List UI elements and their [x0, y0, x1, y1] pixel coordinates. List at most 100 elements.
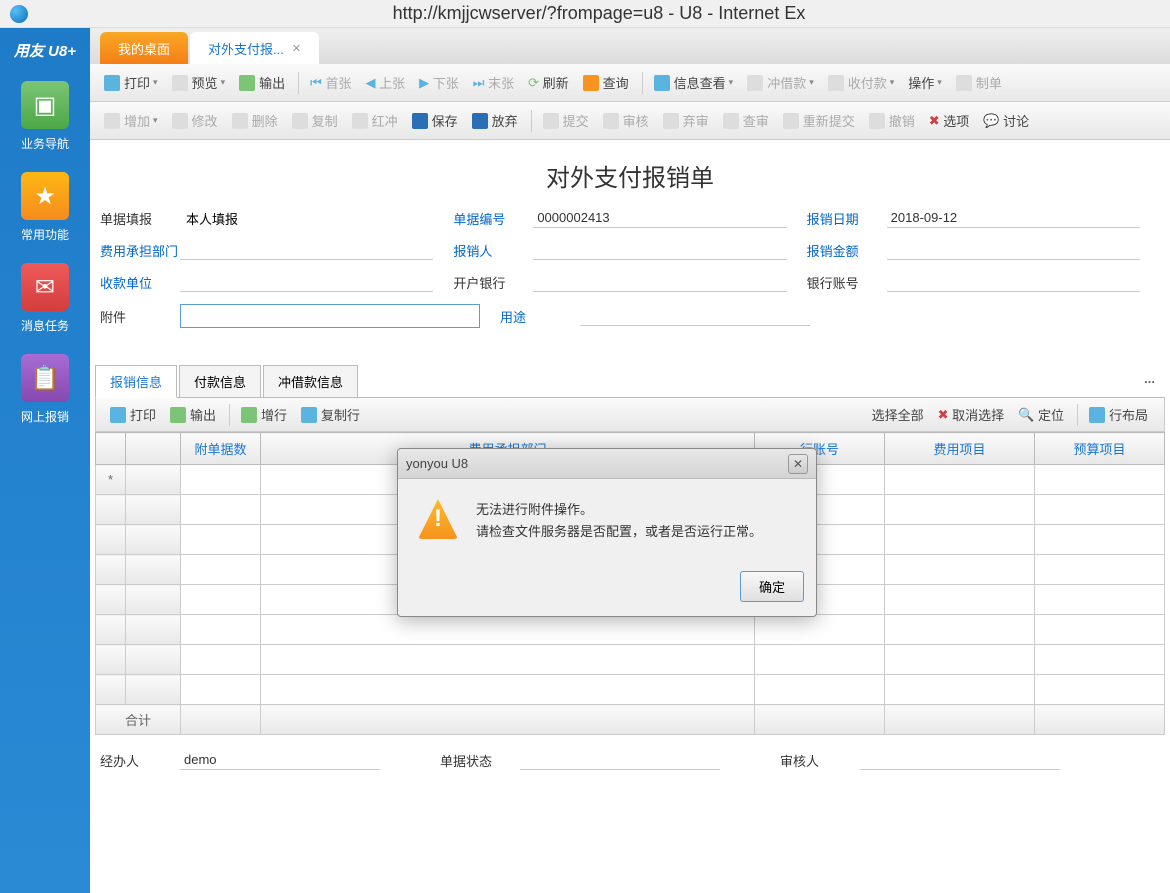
account-value[interactable] [887, 272, 1140, 292]
sidebar-item-label: 网上报销 [21, 408, 69, 425]
expense-dept-value[interactable] [180, 240, 433, 260]
table-header [126, 433, 181, 465]
attachment-input[interactable] [180, 304, 480, 328]
review-button[interactable]: 查审 [717, 108, 775, 133]
tab-payment-reimburse[interactable]: 对外支付报... ✕ [190, 32, 319, 64]
sidebar-logo: 用友 U8+ [14, 40, 76, 61]
query-button[interactable]: 查询 [577, 70, 635, 95]
biznav-icon: ▣ [21, 81, 69, 129]
tab-desktop[interactable]: 我的桌面 [100, 32, 188, 64]
revoke-button[interactable]: 撤销 [863, 108, 921, 133]
sub-toolbar: 打印 输出 增行 复制行 选择全部 ✖ 取消选择 🔍 定位 行布局 [95, 398, 1165, 432]
red-button[interactable]: 红冲 [346, 108, 404, 133]
sum-label: 合计 [96, 705, 181, 735]
reimburser-value[interactable] [533, 240, 786, 260]
action-button[interactable]: 操作▾ [902, 70, 948, 95]
table-header[interactable]: 预算项目 [1035, 433, 1165, 465]
delete-button[interactable]: 删除 [226, 108, 284, 133]
sub-tab-reimburse-info[interactable]: 报销信息 [95, 365, 177, 398]
bill-status-value [520, 750, 720, 770]
select-all-button[interactable]: 选择全部 [866, 402, 930, 427]
submit-button[interactable]: 提交 [537, 108, 595, 133]
mail-icon: ✉ [21, 263, 69, 311]
sidebar-item-biznav[interactable]: ▣ 业务导航 [21, 81, 69, 152]
row-indicator: * [96, 465, 126, 495]
message-dialog: yonyou U8 ✕ ! 无法进行附件操作。 请检查文件服务器是否配置，或者是… [397, 448, 817, 617]
sidebar-item-label: 业务导航 [21, 135, 69, 152]
star-icon: ★ [21, 172, 69, 220]
dialog-message: 无法进行附件操作。 请检查文件服务器是否配置，或者是否运行正常。 [476, 499, 796, 543]
clipboard-icon: 📋 [21, 354, 69, 402]
table-row[interactable] [96, 615, 1165, 645]
purpose-value[interactable] [580, 306, 810, 326]
offset-button[interactable]: 冲借款▾ [741, 70, 820, 95]
auditor-label: 审核人 [780, 751, 860, 770]
abandon-button[interactable]: 放弃 [466, 108, 524, 133]
dialog-ok-button[interactable]: 确定 [740, 571, 804, 602]
form-area: 单据填报 本人填报 单据编号 0000002413 报销日期 2018-09-1… [90, 203, 1170, 345]
unaudit-button[interactable]: 弃审 [657, 108, 715, 133]
dialog-title: yonyou U8 [406, 456, 468, 471]
purpose-label: 用途 [500, 307, 580, 326]
info-query-button[interactable]: 信息查看▾ [648, 70, 740, 95]
table-header [96, 433, 126, 465]
toolbar-row2: 增加▾ 修改 删除 复制 红冲 保存 放弃 提交 审核 弃审 查审 重新提交 撤… [90, 102, 1170, 140]
print-button[interactable]: 打印▾ [98, 70, 164, 95]
cancel-select-button[interactable]: ✖ 取消选择 [932, 402, 1011, 427]
sidebar-item-online-reimburse[interactable]: 📋 网上报销 [21, 354, 69, 425]
bill-fill-label: 单据填报 [100, 209, 180, 228]
next-button[interactable]: ▶ 下张 [413, 70, 465, 95]
warning-icon: ! [418, 499, 458, 539]
sidebar-item-label: 消息任务 [21, 317, 69, 334]
discuss-button[interactable]: 💬 讨论 [977, 108, 1035, 133]
prev-button[interactable]: ◀ 上张 [359, 70, 411, 95]
sub-tab-offset-info[interactable]: 冲借款信息 [263, 365, 358, 398]
more-dots-icon[interactable]: ... [1134, 365, 1165, 397]
table-header[interactable]: 附单据数 [181, 433, 261, 465]
sub-export-button[interactable]: 输出 [164, 402, 222, 427]
account-label: 银行账号 [807, 273, 887, 292]
reimburse-date-value[interactable]: 2018-09-12 [887, 208, 1140, 228]
export-button[interactable]: 输出 [233, 70, 291, 95]
tab-label: 对外支付报... [208, 39, 284, 58]
close-icon[interactable]: ✕ [292, 42, 301, 55]
add-row-button[interactable]: 增行 [235, 402, 293, 427]
row-layout-button[interactable]: 行布局 [1083, 402, 1154, 427]
copy-row-button[interactable]: 复制行 [295, 402, 366, 427]
expense-dept-label: 费用承担部门 [100, 241, 180, 260]
modify-button[interactable]: 修改 [166, 108, 224, 133]
first-button[interactable]: ⏮ 首张 [304, 70, 357, 95]
sidebar-item-common[interactable]: ★ 常用功能 [21, 172, 69, 243]
receive-pay-button[interactable]: 收付款▾ [822, 70, 901, 95]
ie-icon [10, 5, 28, 23]
audit-button[interactable]: 审核 [597, 108, 655, 133]
dialog-message-line2: 请检查文件服务器是否配置，或者是否运行正常。 [476, 521, 796, 543]
make-button[interactable]: 制单 [950, 70, 1008, 95]
payee-value[interactable] [180, 272, 433, 292]
table-row[interactable] [96, 645, 1165, 675]
table-header[interactable]: 费用项目 [885, 433, 1035, 465]
operator-value[interactable]: demo [180, 750, 380, 770]
bank-value[interactable] [533, 272, 786, 292]
sub-tab-payment-info[interactable]: 付款信息 [179, 365, 261, 398]
save-button[interactable]: 保存 [406, 108, 464, 133]
dialog-close-button[interactable]: ✕ [788, 454, 808, 474]
copy-button[interactable]: 复制 [286, 108, 344, 133]
option-button[interactable]: ✖ 选项 [923, 108, 976, 133]
sidebar: 用友 U8+ ▣ 业务导航 ★ 常用功能 ✉ 消息任务 📋 网上报销 [0, 28, 90, 893]
sidebar-item-messages[interactable]: ✉ 消息任务 [21, 263, 69, 334]
table-row[interactable] [96, 675, 1165, 705]
refresh-button[interactable]: ⟳ 刷新 [522, 70, 575, 95]
sub-print-button[interactable]: 打印 [104, 402, 162, 427]
dialog-message-line1: 无法进行附件操作。 [476, 499, 796, 521]
sub-tabs: 报销信息 付款信息 冲借款信息 ... [95, 365, 1165, 398]
locate-button[interactable]: 🔍 定位 [1012, 402, 1070, 427]
bank-label: 开户银行 [453, 273, 533, 292]
preview-button[interactable]: 预览▾ [166, 70, 232, 95]
amount-value[interactable] [887, 240, 1140, 260]
resubmit-button[interactable]: 重新提交 [777, 108, 861, 133]
dialog-title-bar: yonyou U8 ✕ [398, 449, 816, 479]
bill-fill-value: 本人填报 [186, 209, 238, 228]
add-button[interactable]: 增加▾ [98, 108, 164, 133]
last-button[interactable]: ⏭ 末张 [467, 70, 520, 95]
